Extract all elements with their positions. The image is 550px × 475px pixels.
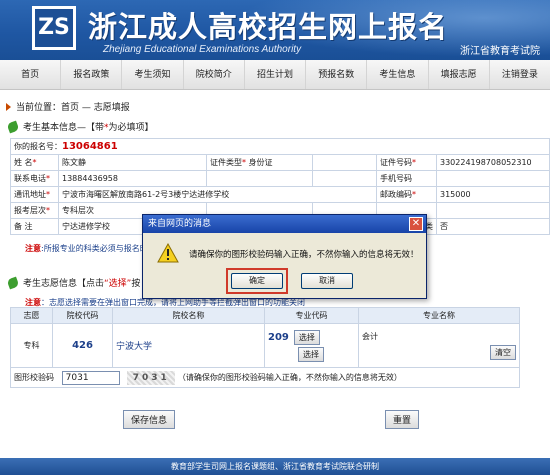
major-name-value: 会计 bbox=[362, 332, 378, 341]
level-label: 报考层次* bbox=[10, 202, 59, 219]
save-button[interactable]: 保存信息 bbox=[123, 410, 176, 429]
arrow-right-icon bbox=[6, 102, 11, 111]
basic-info-title-tail: 为必填项】 bbox=[108, 123, 154, 133]
alert-dialog: 来自网页的消息 ✕ 请确保你的图形校验码输入正确，不然你输入的信息将无效！ 确定… bbox=[142, 214, 427, 299]
reg-label: 你的报名号： bbox=[14, 142, 62, 151]
breadcrumb-text: 当前位置：首页 — 志愿填报 bbox=[16, 103, 130, 113]
dialog-message: 请确保你的图形校验码输入正确，不然你输入的信息将无效！ bbox=[189, 250, 419, 260]
idno-label: 证件号码* bbox=[376, 154, 437, 171]
captcha-input[interactable]: 7031 bbox=[61, 370, 120, 385]
nav-schools[interactable]: 院校简介 bbox=[184, 60, 245, 89]
nav-student-info[interactable]: 考生信息 bbox=[367, 60, 429, 89]
nav-policy[interactable]: 报名政策 bbox=[61, 60, 123, 89]
row-label: 专科 bbox=[10, 323, 53, 368]
phone-value: 13884436958 bbox=[58, 170, 207, 187]
captcha-row: 图形校验码 7031 7031 （请确保你的图形校验码输入正确，不然你输入的信息… bbox=[10, 367, 520, 388]
choice-title-tail: 按 bbox=[131, 279, 141, 289]
footer: 教育部学生司网上报名课题组、浙江省教育考试院联合研制 bbox=[0, 458, 550, 475]
select-major-button-1[interactable]: 选择 bbox=[293, 329, 320, 345]
subject-note: 注意:所报专业的科类必须与报名时 bbox=[25, 244, 148, 253]
popup-note-text: 志愿选择需要在弹出窗口完成，请将上网助手等拦截弹出窗口的功能关闭 bbox=[49, 298, 305, 307]
department-name: 浙江省教育考试院 bbox=[460, 46, 540, 57]
empty-cell bbox=[206, 170, 313, 187]
dialog-titlebar: 来自网页的消息 ✕ bbox=[143, 215, 426, 233]
warning-icon bbox=[157, 243, 179, 263]
dialog-title: 来自网页的消息 bbox=[148, 219, 212, 229]
major-code-cell: 209 选择 选择 bbox=[264, 323, 359, 368]
site-logo: ZS bbox=[32, 6, 76, 50]
site-title: 浙江成人高校招生网上报名 bbox=[88, 10, 449, 44]
cancel-button[interactable]: 取消 bbox=[301, 273, 353, 289]
school-name: 宁波大学 bbox=[112, 323, 265, 368]
site-banner: ZS 浙江成人高校招生网上报名 Zhejiang Educational Exa… bbox=[0, 0, 550, 60]
name-value: 陈文静 bbox=[58, 154, 207, 171]
nav-notice[interactable]: 考生须知 bbox=[122, 60, 184, 89]
choice-title-select: “选择” bbox=[104, 279, 132, 289]
nav-plan[interactable]: 招生计划 bbox=[245, 60, 307, 89]
leaf-icon bbox=[6, 276, 20, 289]
site-subtitle: Zhejiang Educational Examinations Author… bbox=[103, 44, 302, 55]
nav-logout[interactable]: 注销登录 bbox=[490, 60, 550, 89]
basic-info-title: 考生基本信息—【带 bbox=[23, 123, 105, 133]
leaf-icon bbox=[6, 120, 20, 133]
clear-button[interactable]: 清空 bbox=[490, 345, 516, 360]
empty-cell bbox=[312, 170, 377, 187]
mobile-label: 手机号码 bbox=[376, 170, 437, 187]
note-prefix: 注意 bbox=[25, 298, 41, 307]
select-major-button-2[interactable]: 选择 bbox=[298, 346, 324, 362]
choice-heading: 考生志愿信息【点击“选择”按 bbox=[6, 276, 141, 289]
main-nav: 首页 报名政策 考生须知 院校简介 招生计划 预报名数 考生信息 填报志愿 注销… bbox=[0, 60, 550, 90]
captcha-label: 图形校验码 bbox=[14, 372, 54, 382]
idtype-label: 证件类型* 身份证 bbox=[206, 154, 313, 171]
addr-label: 通讯地址* bbox=[10, 186, 59, 203]
subject-note-text: 所报专业的科类必须与报名时 bbox=[43, 244, 148, 253]
extra-value: 否 bbox=[436, 218, 550, 235]
school-code: 426 bbox=[52, 323, 113, 368]
school-name-value: 宁波大学 bbox=[116, 342, 153, 352]
captcha-image: 7031 bbox=[127, 370, 176, 385]
col-header: 专业代码 bbox=[264, 307, 359, 324]
spacer-cell bbox=[312, 154, 377, 171]
reg-row: 你的报名号：13064861 bbox=[10, 138, 550, 155]
school-code-value: 426 bbox=[72, 340, 93, 351]
col-header: 专业名称 bbox=[358, 307, 520, 324]
logo-text: ZS bbox=[38, 15, 70, 40]
remark-label: 备 注 bbox=[10, 218, 59, 235]
mobile-value bbox=[436, 170, 550, 187]
zip-value: 315000 bbox=[436, 186, 550, 203]
captcha-hint: （请确保你的图形校验码输入正确，不然你输入的信息将无效） bbox=[177, 372, 402, 382]
note-prefix: 注意 bbox=[25, 244, 41, 253]
col-header: 院校名称 bbox=[112, 307, 265, 324]
idtype-value: 身份证 bbox=[248, 158, 273, 167]
reg-number: 13064861 bbox=[62, 141, 118, 152]
breadcrumb: 当前位置：首页 — 志愿填报 bbox=[6, 100, 130, 113]
nav-home[interactable]: 首页 bbox=[0, 60, 62, 89]
reset-button[interactable]: 重置 bbox=[385, 410, 420, 429]
major-code-value: 209 bbox=[268, 331, 289, 343]
idno-value: 330224198708052310 bbox=[436, 154, 550, 171]
addr-value: 宁波市海曙区解放南路61-2号3楼宁达进修学校 bbox=[58, 186, 377, 203]
choice-table: 志愿 院校代码 院校名称 专业代码 专业名称 专科 426 宁波大学 209 选择… bbox=[10, 307, 520, 388]
empty-cell bbox=[436, 202, 550, 219]
col-header: 志愿 bbox=[10, 307, 53, 324]
col-header: 院校代码 bbox=[52, 307, 113, 324]
major-name-cell: 会计 清空 bbox=[358, 323, 520, 368]
name-label: 姓 名* bbox=[10, 154, 59, 171]
basic-info-heading: 考生基本信息—【带*为必填项】 bbox=[6, 120, 154, 133]
nav-choices[interactable]: 填报志愿 bbox=[429, 60, 490, 89]
choice-title: 考生志愿信息【点击 bbox=[23, 279, 105, 289]
close-icon[interactable]: ✕ bbox=[409, 217, 423, 231]
ok-button[interactable]: 确定 bbox=[231, 273, 283, 289]
zip-label: 邮政编码* bbox=[376, 186, 437, 203]
phone-label: 联系电话* bbox=[10, 170, 59, 187]
nav-prereg[interactable]: 预报名数 bbox=[306, 60, 368, 89]
